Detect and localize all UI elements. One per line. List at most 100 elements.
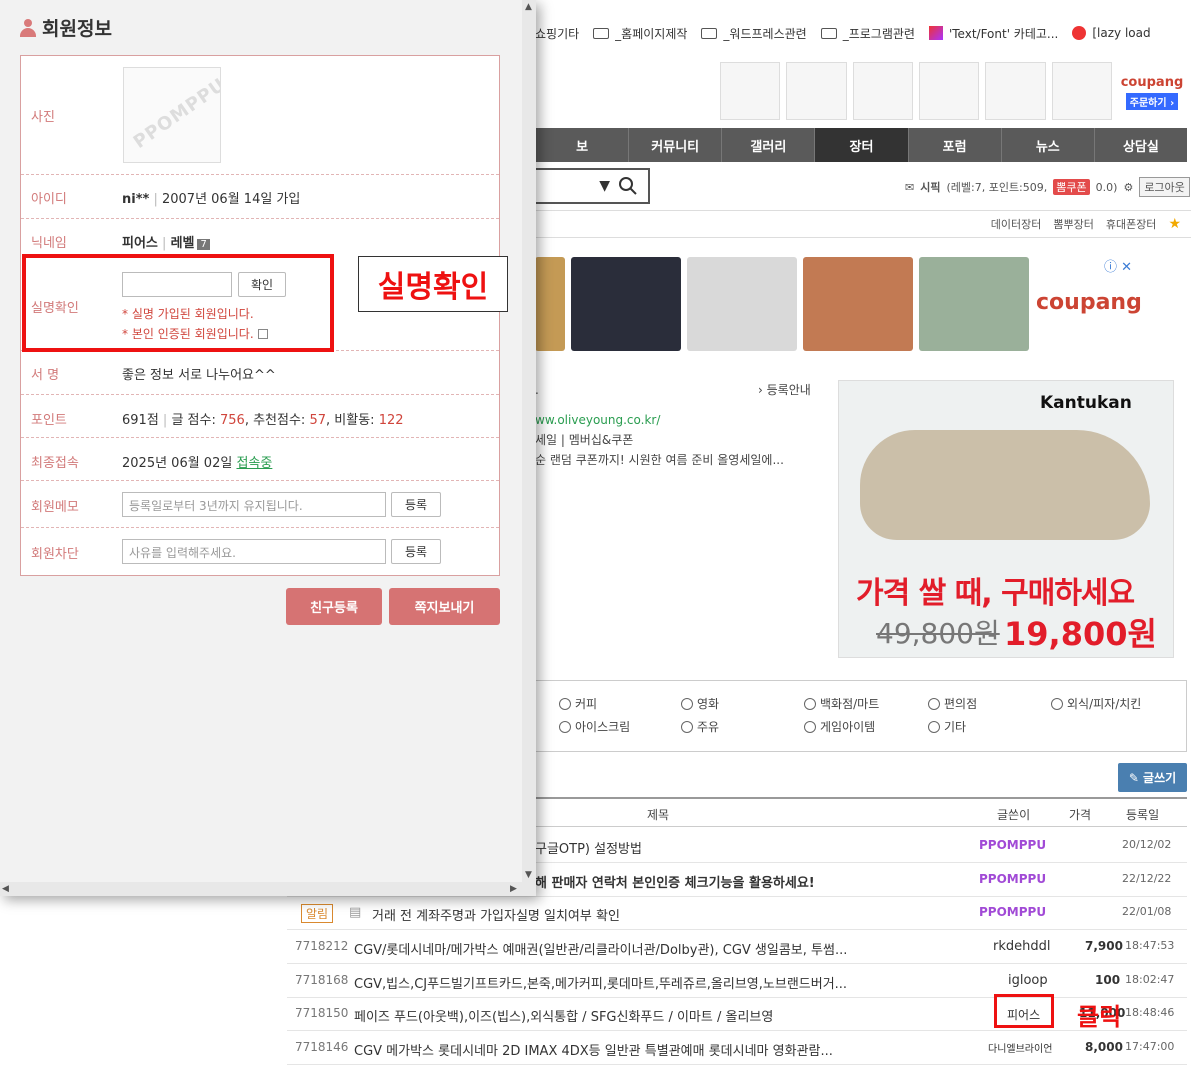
ad-product-image[interactable] — [918, 62, 980, 120]
scroll-down-icon[interactable]: ▼ — [525, 870, 532, 880]
radio-icon[interactable] — [559, 697, 571, 710]
category-radio[interactable]: 기타 — [928, 718, 966, 735]
category-radio[interactable]: 외식/피자/치킨 — [1051, 695, 1141, 712]
row-title[interactable]: 페이즈 푸드(아웃백),이즈(빕스),외식통합 / SFG신화푸드 / 이마트 … — [354, 1006, 773, 1025]
bookmark-item[interactable]: _워드프레스관련 — [701, 25, 807, 42]
block-register-button[interactable]: 등록 — [391, 539, 441, 564]
coupang-ad-cta[interactable]: coupang 주문하기 › — [1118, 62, 1186, 122]
send-message-button[interactable]: 쪽지보내기 — [389, 588, 500, 625]
radio-icon[interactable] — [804, 720, 816, 733]
nav-item-community[interactable]: 커뮤니티 — [628, 128, 721, 162]
logout-button[interactable]: 로그아웃 — [1139, 177, 1190, 197]
sublink-ppomppu-market[interactable]: 뽐뿌장터 — [1053, 216, 1093, 232]
radio-icon[interactable] — [928, 720, 940, 733]
ad-product-image[interactable] — [852, 62, 913, 120]
shop-url[interactable]: ww.oliveyoung.co.kr/ — [535, 410, 835, 430]
dropdown-arrow-icon[interactable]: ▼ — [599, 178, 610, 194]
ad-product-image[interactable] — [803, 257, 913, 351]
row-writer[interactable]: 다니엘브라이언 — [988, 1040, 1052, 1055]
radio-icon[interactable] — [804, 697, 816, 710]
nav-item-news[interactable]: 뉴스 — [1000, 128, 1094, 162]
bookmark-bar: 쇼핑기타 _홈페이지제작 _워드프레스관련 _프로그램관련 'Text/Font… — [535, 18, 1191, 48]
nav-item[interactable]: 보 — [535, 128, 628, 162]
nav-item-market[interactable]: 장터 — [814, 128, 908, 162]
bookmark-item[interactable]: 'Text/Font' 카테고... — [928, 25, 1058, 42]
row-title[interactable]: CGV,빕스,CJ푸드빌기프트카드,본죽,메가커피,롯데마트,뚜레쥬르,올리브영… — [354, 973, 847, 992]
table-row[interactable]: 알림 ▤ 거래 전 계좌주명과 가입자실명 일치여부 확인 PPOMPPU 22… — [287, 896, 1187, 930]
ad-product-image[interactable] — [571, 257, 681, 351]
ad-product-image[interactable] — [720, 62, 781, 120]
folder-icon — [701, 27, 718, 39]
ad-old-price: 49,800원 — [876, 617, 1000, 650]
row-writer[interactable]: PPOMPPU — [979, 872, 1046, 886]
table-row[interactable]: 7718146 CGV 메가박스 롯데시네마 2D IMAX 4DX등 일반관 … — [287, 1031, 1187, 1065]
ad-product-image[interactable] — [1051, 62, 1112, 120]
row-writer[interactable]: rkdehddl — [993, 939, 1050, 954]
ad-product-image[interactable] — [985, 62, 1046, 120]
row-title[interactable]: 거래 전 계좌주명과 가입자실명 일치여부 확인 — [372, 905, 620, 924]
coupon-badge[interactable]: 뽐쿠폰 — [1053, 179, 1090, 195]
sublink-phone-market[interactable]: 휴대폰장터 — [1106, 216, 1157, 232]
radio-icon[interactable] — [681, 697, 693, 710]
coupang-logo[interactable]: coupang — [1036, 290, 1142, 315]
scroll-right-icon[interactable]: ▶ — [510, 884, 517, 894]
order-button[interactable]: 주문하기 › — [1125, 92, 1179, 110]
scroll-left-icon[interactable]: ◀ — [2, 884, 9, 894]
category-radio[interactable]: 백화점/마트 — [804, 695, 879, 712]
sublink-data-market[interactable]: 데이터장터 — [991, 216, 1042, 232]
category-radio[interactable]: 편의점 — [928, 695, 977, 712]
add-friend-button[interactable]: 친구등록 — [286, 588, 382, 625]
radio-icon[interactable] — [559, 720, 571, 733]
nav-item-gallery[interactable]: 갤러리 — [721, 128, 814, 162]
radio-icon[interactable] — [681, 720, 693, 733]
nav-item-forum[interactable]: 포럼 — [907, 128, 1001, 162]
bookmark-label: [lazy load — [1092, 26, 1151, 40]
search-icon[interactable] — [618, 176, 638, 196]
memo-input[interactable]: 등록일로부터 3년까지 유지됩니다. — [122, 492, 386, 517]
row-writer[interactable]: PPOMPPU — [979, 905, 1046, 919]
online-status[interactable]: 접속중 — [236, 456, 272, 471]
category-radio[interactable]: 커피 — [559, 695, 597, 712]
category-radio[interactable]: 아이스크림 — [559, 718, 630, 735]
row-title[interactable]: CGV/롯데시네마/메가박스 예매권(일반관/리클라이너관/Dolby관), C… — [354, 939, 847, 958]
bookmark-item[interactable]: [lazy load — [1072, 26, 1151, 40]
bookmark-item[interactable]: 쇼핑기타 — [535, 25, 579, 42]
write-button[interactable]: ✎ 글쓰기 — [1118, 763, 1187, 792]
registration-guide-link[interactable]: › 등록안내 — [758, 381, 811, 398]
bookmark-item[interactable]: _홈페이지제작 — [593, 25, 687, 42]
row-id: 아이디 ni** | 2007년 06월 14일 가입 — [21, 175, 499, 219]
ad-close-icon[interactable]: ⓘ ✕ — [1104, 256, 1132, 275]
row-title[interactable]: 구글OTP) 설정방법 — [535, 838, 642, 857]
star-icon[interactable]: ★ — [1168, 216, 1181, 232]
top-ad-banner[interactable]: coupang 주문하기 › — [720, 62, 1186, 122]
ad-product-image[interactable] — [919, 257, 1029, 351]
search-box[interactable]: ▼ — [535, 168, 650, 204]
category-radio[interactable]: 게임아이템 — [804, 718, 875, 735]
category-radio[interactable]: 주유 — [681, 718, 719, 735]
ad-product-image[interactable] — [687, 257, 797, 351]
post-score: 756 — [220, 413, 245, 428]
vertical-scrollbar[interactable]: ▲ ▼ — [522, 0, 536, 896]
nav-item-consult[interactable]: 상담실 — [1093, 128, 1187, 162]
mail-icon[interactable]: ✉ — [905, 181, 914, 194]
ad-product-image[interactable] — [786, 62, 847, 120]
row-title[interactable]: CGV 메가박스 롯데시네마 2D IMAX 4DX등 일반관 특별관예매 롯데… — [354, 1040, 833, 1059]
radio-icon[interactable] — [1051, 697, 1063, 710]
memo-register-button[interactable]: 등록 — [391, 492, 441, 517]
category-radio[interactable]: 영화 — [681, 695, 719, 712]
table-row[interactable]: 7718212 CGV/롯데시네마/메가박스 예매권(일반관/리클라이너관/Do… — [287, 930, 1187, 964]
row-writer[interactable]: PPOMPPU — [979, 838, 1046, 852]
username[interactable]: 시픽 — [920, 179, 940, 195]
scroll-up-icon[interactable]: ▲ — [525, 2, 532, 12]
bookmark-item[interactable]: _프로그램관련 — [820, 25, 915, 42]
block-reason-input[interactable]: 사유를 입력해주세요. — [122, 539, 386, 564]
row-title[interactable]: 해 판매자 연락처 본인인증 체크기능을 활용하세요! — [535, 872, 815, 891]
row-date: 22/12/22 — [1122, 872, 1172, 885]
ad-product-image[interactable] — [535, 257, 565, 351]
table-row[interactable]: 7718168 CGV,빕스,CJ푸드빌기프트카드,본죽,메가커피,롯데마트,뚜… — [287, 964, 1187, 998]
horizontal-scrollbar[interactable]: ◀ ▶ — [0, 882, 522, 896]
radio-icon[interactable] — [928, 697, 940, 710]
photo-label: 사진 — [31, 110, 55, 125]
row-writer[interactable]: igloop — [1008, 973, 1048, 988]
gear-icon[interactable]: ⚙ — [1123, 181, 1133, 194]
